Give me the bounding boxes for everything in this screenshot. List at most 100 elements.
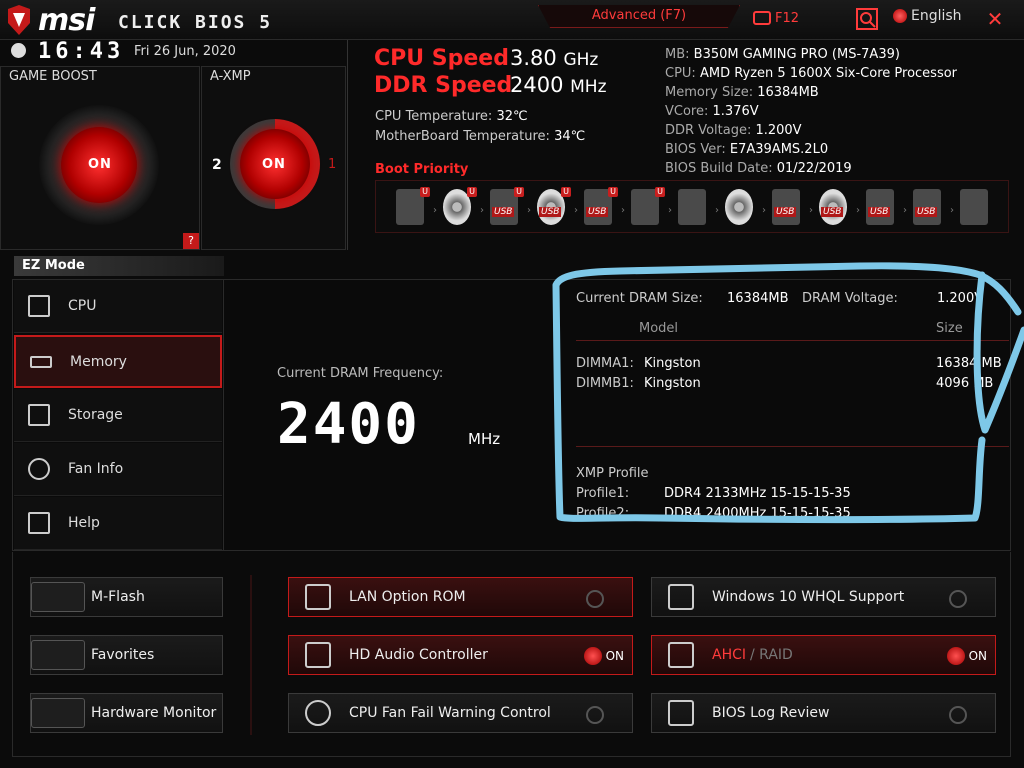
toggle-on-icon — [583, 647, 602, 665]
hd-audio-toggle[interactable]: ON — [583, 646, 624, 666]
search-button[interactable] — [856, 8, 878, 30]
dram-voltage-value: 1.200V — [937, 291, 984, 306]
hardware-monitor-button[interactable]: Hardware Monitor — [30, 693, 223, 733]
dimm-model: Kingston — [644, 356, 701, 371]
chevron-right-icon: › — [715, 205, 719, 216]
whql-toggle[interactable] — [949, 590, 967, 608]
product-name: CLICK BIOS 5 — [118, 12, 273, 33]
ddr-speed-value: 2400 MHz — [510, 73, 607, 97]
lan-icon — [305, 584, 331, 610]
sys-mb: MB: B350M GAMING PRO (MS-7A39) — [665, 47, 900, 62]
ahci-raid-button[interactable]: AHCI / RAID ON — [651, 635, 996, 675]
nav-item-cpu[interactable]: CPU — [14, 280, 222, 333]
dram-frequency-label: Current DRAM Frequency: — [277, 366, 444, 381]
sys-label: MB: — [665, 47, 690, 62]
chevron-right-icon: › — [903, 205, 907, 216]
nav-label: Memory — [70, 353, 127, 370]
clock-date: Fri 26 Jun, 2020 — [134, 44, 236, 59]
sys-value: 1.200V — [755, 123, 802, 138]
usb-tag: USB — [492, 207, 515, 217]
cpu-temp-label: CPU Temperature: — [375, 109, 493, 124]
usb-tag: USB — [915, 207, 938, 217]
bios-log-toggle[interactable] — [949, 706, 967, 724]
game-boost-title: GAME BOOST — [9, 69, 97, 84]
boot-priority-label: Boot Priority — [375, 162, 469, 177]
hd-audio-button[interactable]: HD Audio Controller ON — [288, 635, 633, 675]
favorites-button[interactable]: Favorites — [30, 635, 223, 675]
button-label: HD Audio Controller — [349, 647, 488, 663]
globe-icon — [893, 9, 907, 23]
chevron-right-icon: › — [621, 205, 625, 216]
cpu-speed-label: CPU Speed — [374, 46, 509, 71]
nav-item-fan-info[interactable]: Fan Info — [14, 443, 222, 496]
windows-whql-button[interactable]: Windows 10 WHQL Support — [651, 577, 996, 617]
dimm-slot: DIMMB1: — [576, 376, 634, 391]
network-icon[interactable] — [960, 189, 988, 225]
clock-icon — [11, 43, 26, 58]
xmp-profile-name: Profile2: — [576, 506, 630, 521]
divider — [223, 280, 224, 550]
chevron-right-icon: › — [480, 205, 484, 216]
ddr-speed-label: DDR Speed — [374, 73, 513, 98]
disc-icon[interactable] — [725, 189, 753, 225]
sys-vcore: VCore: 1.376V — [665, 104, 759, 119]
hdd-icon[interactable] — [678, 189, 706, 225]
dimm-slot: DIMMA1: — [576, 356, 634, 371]
chevron-right-icon: › — [762, 205, 766, 216]
model-column-header: Model — [639, 321, 679, 336]
cpu-temperature: CPU Temperature: 32℃ — [375, 109, 528, 124]
m-flash-button[interactable]: M-Flash — [30, 577, 223, 617]
cpu-speed-unit: GHz — [563, 50, 599, 70]
toggle-label: ON — [968, 649, 987, 663]
uefi-badge: U — [514, 187, 524, 197]
hardware-monitor-icon — [31, 698, 85, 728]
usb-tag: USB — [586, 207, 609, 217]
chevron-right-icon: › — [668, 205, 672, 216]
sys-bios-ver: BIOS Ver: E7A39AMS.2L0 — [665, 142, 828, 157]
cpu-fan-warning-button[interactable]: CPU Fan Fail Warning Control — [288, 693, 633, 733]
uefi-badge: U — [467, 187, 477, 197]
bios-log-button[interactable]: BIOS Log Review — [651, 693, 996, 733]
language-button[interactable]: English — [893, 8, 962, 24]
nav-item-storage[interactable]: Storage — [14, 389, 222, 442]
ahci-toggle[interactable]: ON — [946, 646, 987, 666]
advanced-mode-button[interactable]: Advanced (F7) — [538, 5, 740, 28]
cpu-fan-warning-toggle[interactable] — [586, 706, 604, 724]
help-button[interactable]: ? — [183, 233, 199, 249]
chevron-right-icon: › — [574, 205, 578, 216]
memory-icon — [30, 355, 52, 368]
storage-icon — [28, 404, 50, 426]
chevron-right-icon: › — [950, 205, 954, 216]
clock-time: 16:43 — [38, 39, 125, 64]
screenshot-button[interactable]: F12 — [753, 8, 799, 28]
dimm-size: 4096 MB — [936, 376, 994, 391]
xmp-profile-1-label[interactable]: 1 — [328, 157, 336, 172]
chevron-right-icon: › — [809, 205, 813, 216]
msi-dragon-icon — [8, 5, 30, 35]
xmp-profile-2-label[interactable]: 2 — [212, 157, 222, 173]
bios-log-icon — [668, 700, 694, 726]
xmp-profile-value: DDR4 2400MHz 15-15-15-35 — [664, 506, 851, 521]
button-label: BIOS Log Review — [712, 705, 830, 721]
fan-warning-icon — [305, 700, 331, 726]
language-label: English — [911, 8, 962, 24]
uefi-badge: U — [561, 187, 571, 197]
usb-tag: USB — [821, 207, 844, 217]
toggle-label: ON — [605, 649, 624, 663]
mb-temperature: MotherBoard Temperature: 34℃ — [375, 129, 585, 144]
sys-label: BIOS Build Date: — [665, 161, 773, 176]
audio-icon — [305, 642, 331, 668]
close-button[interactable]: ✕ — [985, 9, 1005, 29]
nav-item-help[interactable]: Help — [14, 497, 222, 550]
nav-item-memory[interactable]: Memory — [14, 335, 222, 388]
game-boost-panel[interactable]: GAME BOOST ON ? — [0, 66, 200, 250]
cpu-speed-number: 3.80 — [510, 46, 557, 70]
button-label: Hardware Monitor — [91, 705, 217, 721]
lan-rom-toggle[interactable] — [586, 590, 604, 608]
a-xmp-panel[interactable]: A-XMP ON 2 1 — [201, 66, 346, 250]
sys-label: Memory Size: — [665, 85, 754, 100]
ahci-icon — [668, 642, 694, 668]
divider — [250, 575, 252, 735]
button-label: Favorites — [91, 647, 155, 663]
lan-option-rom-button[interactable]: LAN Option ROM — [288, 577, 633, 617]
